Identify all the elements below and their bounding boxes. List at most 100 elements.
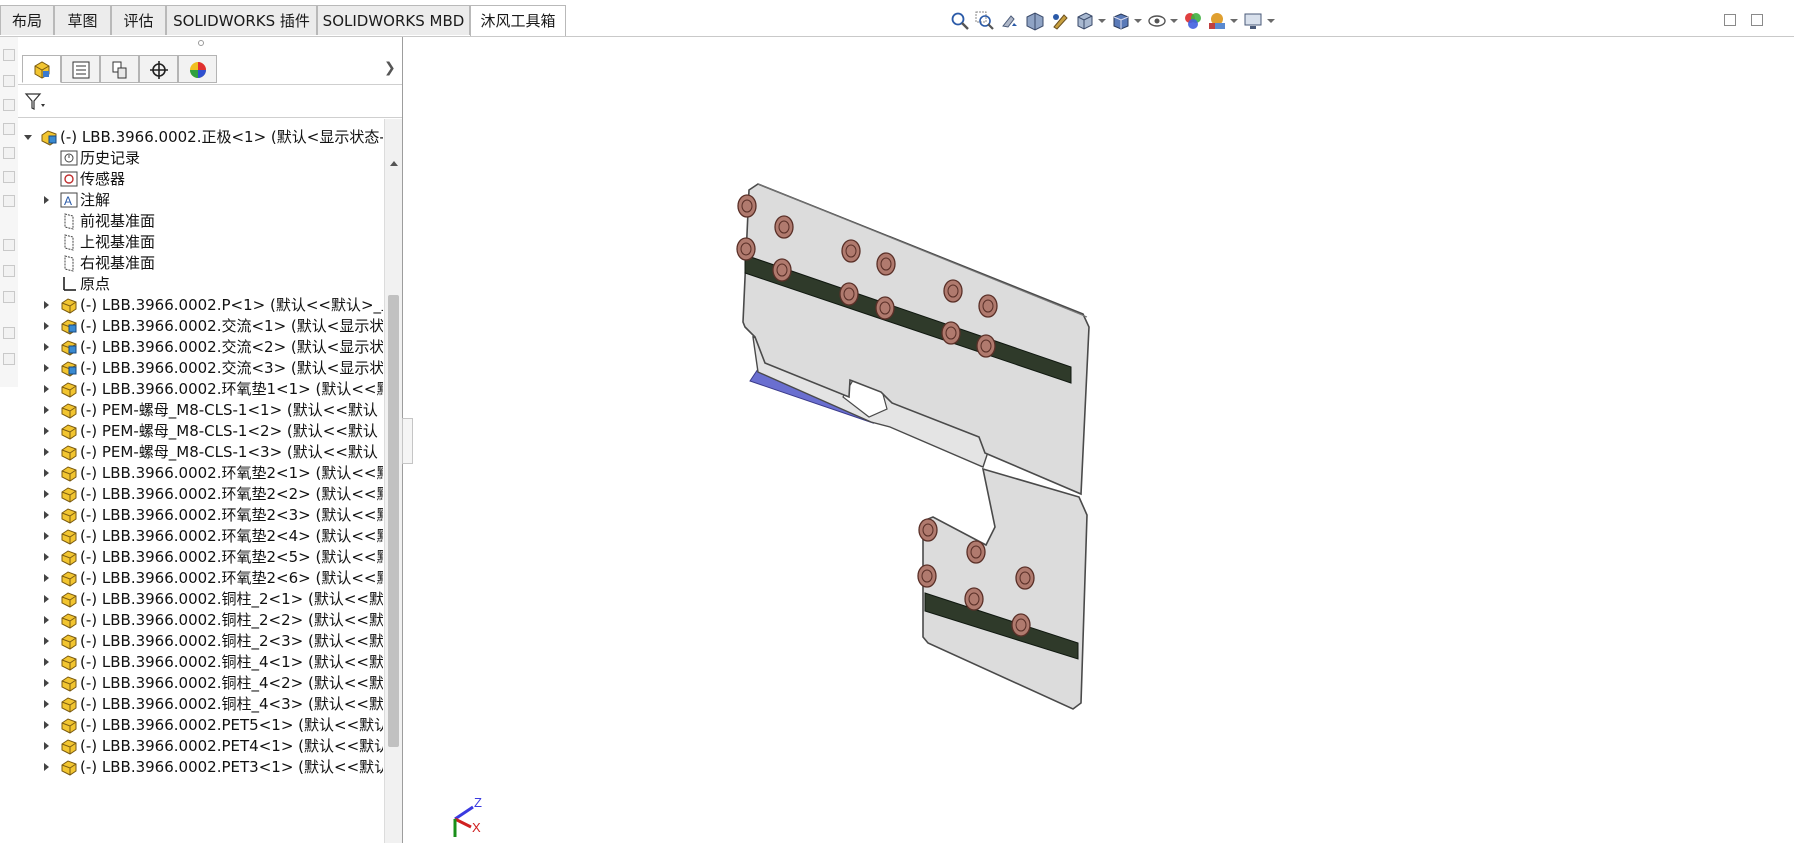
triad-x-axis: [454, 817, 472, 829]
view-settings-icon[interactable]: [1243, 11, 1263, 31]
strip-tool-icon[interactable]: [3, 171, 15, 183]
expand-arrow-icon[interactable]: [44, 385, 49, 393]
expand-arrow-icon[interactable]: [44, 301, 49, 309]
triad-x-label: X: [472, 820, 481, 835]
triad-z-label: Z: [474, 795, 482, 810]
expand-arrow-icon[interactable]: [44, 364, 49, 372]
expand-arrow-icon[interactable]: [44, 721, 49, 729]
tree-item-label: (-) LBB.3966.0002.环氧垫2<4> (默认<<默: [80, 527, 383, 545]
dimxpert-manager-icon: [150, 61, 168, 79]
strip-tool-icon[interactable]: [3, 75, 15, 87]
part-icon: [60, 506, 78, 524]
strip-tool-icon[interactable]: [3, 291, 15, 303]
expand-arrow-icon[interactable]: [44, 763, 49, 771]
view-orientation-icon[interactable]: [1075, 11, 1095, 31]
expand-arrow-icon[interactable]: [44, 658, 49, 666]
strip-tool-icon[interactable]: [3, 353, 15, 365]
previous-view-icon[interactable]: [1000, 11, 1020, 31]
display-style-dropdown-icon[interactable]: [1134, 19, 1142, 23]
expand-arrow-icon[interactable]: [44, 595, 49, 603]
tab-mufeng-toolbox[interactable]: 沐风工具箱: [470, 5, 566, 36]
strip-tool-icon[interactable]: [3, 265, 15, 277]
tree-item-label: (-) LBB.3966.0002.交流<3> (默认<显示状态: [80, 359, 383, 377]
expand-arrow-icon[interactable]: [44, 742, 49, 750]
assembly-icon: [60, 317, 78, 335]
bolt-head: [1011, 613, 1031, 637]
expand-arrow-icon[interactable]: [44, 469, 49, 477]
tab-evaluate[interactable]: 评估: [111, 5, 166, 35]
expand-arrow-icon[interactable]: [44, 511, 49, 519]
apply-scene-dropdown-icon[interactable]: [1230, 19, 1238, 23]
tree-item-label: (-) LBB.3966.0002.铜柱_2<3> (默认<<默认: [80, 632, 383, 650]
strip-tool-icon[interactable]: [3, 49, 15, 61]
strip-tool-icon[interactable]: [3, 239, 15, 251]
expand-arrow-icon[interactable]: [44, 490, 49, 498]
bolt-head: [943, 279, 963, 303]
strip-tool-icon[interactable]: [3, 327, 15, 339]
expand-arrow-icon[interactable]: [44, 448, 49, 456]
hide-show-dropdown-icon[interactable]: [1170, 19, 1178, 23]
view-settings-dropdown-icon[interactable]: [1267, 19, 1275, 23]
edit-appearance-icon[interactable]: [1183, 11, 1203, 31]
expand-arrow-icon[interactable]: [44, 637, 49, 645]
tree-vertical-scrollbar[interactable]: [384, 119, 402, 843]
sensor-icon: [60, 170, 78, 188]
bolt-head: [964, 587, 984, 611]
property-manager-tab[interactable]: [61, 55, 100, 83]
tab-solidworks-addins[interactable]: SOLIDWORKS 插件: [166, 5, 317, 35]
expand-arrow-icon[interactable]: [44, 553, 49, 561]
history-icon: [60, 149, 78, 167]
expand-arrow-icon[interactable]: [44, 532, 49, 540]
expand-arrow-icon[interactable]: [44, 679, 49, 687]
part-icon: [60, 758, 78, 776]
dimxpert-manager-tab[interactable]: [139, 55, 178, 83]
collapse-arrow-icon[interactable]: [24, 135, 32, 140]
panel-grip-icon[interactable]: [198, 40, 204, 46]
panel-scroll-right-icon[interactable]: ❯: [384, 60, 396, 76]
display-manager-icon: [190, 62, 206, 78]
scrollbar-thumb[interactable]: [388, 295, 399, 747]
section-view-icon[interactable]: [1025, 11, 1045, 31]
tab-layout[interactable]: 布局: [0, 5, 54, 35]
bolt-head: [772, 258, 792, 282]
expand-arrow-icon[interactable]: [44, 574, 49, 582]
expand-arrow-icon[interactable]: [44, 700, 49, 708]
filter-icon[interactable]: [24, 92, 46, 116]
expand-arrow-icon[interactable]: [44, 322, 49, 330]
tree-item-label: 历史记录: [80, 149, 141, 167]
scroll-up-icon[interactable]: [390, 161, 398, 166]
tab-sketch[interactable]: 草图: [54, 5, 111, 35]
apply-scene-icon[interactable]: [1207, 11, 1227, 31]
zoom-to-area-icon[interactable]: [975, 11, 995, 31]
graphics-area[interactable]: Z X: [403, 37, 1794, 843]
plane-icon: [60, 254, 78, 272]
display-manager-tab[interactable]: [178, 55, 217, 83]
dynamic-annotation-icon[interactable]: [1050, 11, 1070, 31]
strip-tool-icon[interactable]: [3, 99, 15, 111]
origin-icon: [60, 275, 78, 293]
display-style-icon[interactable]: [1111, 11, 1131, 31]
feature-manager-tab[interactable]: [22, 55, 61, 83]
tree-item-label: (-) LBB.3966.0002.环氧垫2<6> (默认<<默: [80, 569, 383, 587]
upper-plate: [742, 183, 1090, 496]
tree-item-label: (-) LBB.3966.0002.环氧垫2<1> (默认<<默: [80, 464, 383, 482]
lower-plate: [922, 467, 1088, 710]
expand-arrow-icon[interactable]: [44, 406, 49, 414]
part-icon: [60, 548, 78, 566]
configuration-manager-tab[interactable]: [100, 55, 139, 83]
expand-arrow-icon[interactable]: [44, 196, 49, 204]
strip-tool-icon[interactable]: [3, 147, 15, 159]
maximize-panel-icon[interactable]: [1751, 14, 1763, 26]
hide-show-icon[interactable]: [1147, 11, 1167, 31]
expand-arrow-icon[interactable]: [44, 343, 49, 351]
expand-arrow-icon[interactable]: [44, 616, 49, 624]
expand-arrow-icon[interactable]: [44, 427, 49, 435]
strip-tool-icon[interactable]: [3, 195, 15, 207]
view-orientation-dropdown-icon[interactable]: [1098, 19, 1106, 23]
strip-tool-icon[interactable]: [3, 123, 15, 135]
tab-solidworks-mbd[interactable]: SOLIDWORKS MBD: [317, 5, 470, 35]
tree-item-label: (-) LBB.3966.0002.铜柱_4<1> (默认<<默认: [80, 653, 383, 671]
restore-panel-icon[interactable]: [1724, 14, 1736, 26]
zoom-to-fit-icon[interactable]: [950, 11, 970, 31]
part-icon: [60, 737, 78, 755]
